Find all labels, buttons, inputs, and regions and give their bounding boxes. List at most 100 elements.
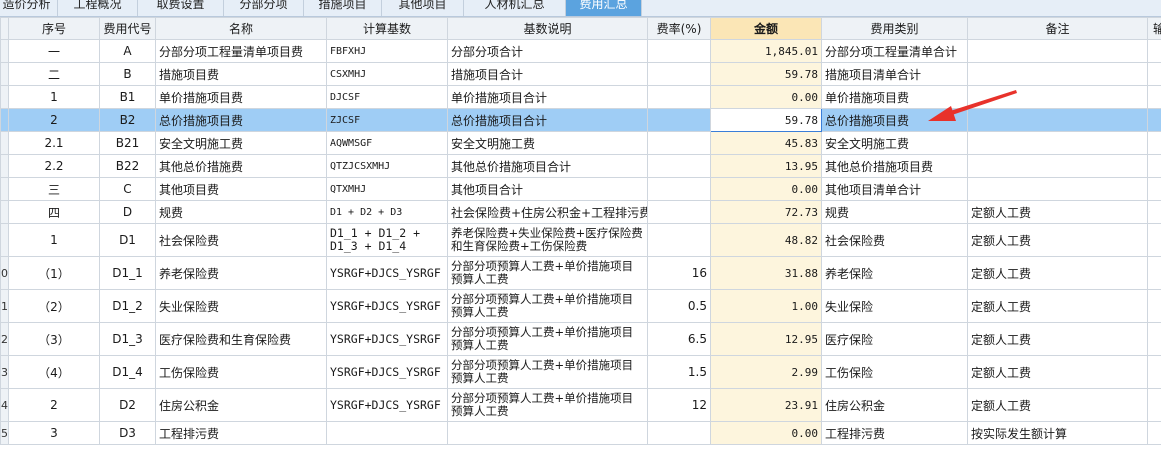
name-cell[interactable]: 养老保险费	[155, 256, 327, 290]
category-cell[interactable]: 其他项目清单合计	[821, 177, 968, 201]
seq-cell[interactable]: 2	[8, 388, 100, 422]
code-cell[interactable]: B2	[99, 108, 156, 132]
col-header-code[interactable]: 费用代号	[99, 17, 156, 40]
name-cell[interactable]: 工程排污费	[155, 421, 327, 445]
seq-cell[interactable]: 2.2	[8, 154, 100, 178]
rate-cell[interactable]: 16	[647, 256, 711, 290]
col-header-base-desc[interactable]: 基数说明	[447, 17, 648, 40]
name-cell[interactable]: 单价措施项目费	[155, 85, 327, 109]
table-row[interactable]: 1 B1 单价措施项目费 DJCSF 单价措施项目合计 0.00 单价措施项目费	[0, 85, 1161, 109]
seq-cell[interactable]: （4）	[8, 355, 100, 389]
base-cell[interactable]: YSRGF+DJCS_YSRGF	[326, 322, 448, 356]
table-row[interactable]: 0 （1） D1_1 养老保险费 YSRGF+DJCS_YSRGF 分部分项预算人工费+单…	[0, 256, 1161, 290]
output-cell[interactable]	[1147, 177, 1161, 201]
output-cell[interactable]	[1147, 85, 1161, 109]
remark-cell[interactable]	[967, 177, 1148, 201]
code-cell[interactable]: D1_1	[99, 256, 156, 290]
amount-cell[interactable]: 0.00	[710, 85, 822, 109]
rate-cell[interactable]: 6.5	[647, 322, 711, 356]
table-row[interactable]: 二 B 措施项目费 CSXMHJ 措施项目合计 59.78 措施项目清单合计	[0, 62, 1161, 86]
table-row[interactable]: 一 A 分部分项工程量清单项目费 FBFXHJ 分部分项合计 1,845.01 分部分项工程…	[0, 39, 1161, 63]
table-row[interactable]: 1 D1 社会保险费 D1_1 + D1_2 + D1_3 + D1_4 养老保险费+失…	[0, 223, 1161, 257]
category-cell[interactable]: 养老保险	[821, 256, 968, 290]
seq-cell[interactable]: （3）	[8, 322, 100, 356]
tab-fee-summary[interactable]: 费用汇总	[566, 0, 642, 16]
code-cell[interactable]: D2	[99, 388, 156, 422]
seq-cell[interactable]: 一	[8, 39, 100, 63]
base-desc-cell[interactable]: 分部分项合计	[447, 39, 648, 63]
output-cell[interactable]	[1147, 39, 1161, 63]
category-cell[interactable]: 住房公积金	[821, 388, 968, 422]
category-cell[interactable]: 社会保险费	[821, 223, 968, 257]
name-cell[interactable]: 其他总价措施费	[155, 154, 327, 178]
table-row[interactable]: 三 C 其他项目费 QTXMHJ 其他项目合计 0.00 其他项目清单合计	[0, 177, 1161, 201]
amount-cell[interactable]: 48.82	[710, 223, 822, 257]
remark-cell[interactable]: 定额人工费	[967, 256, 1148, 290]
col-header-output[interactable]: 输	[1147, 17, 1161, 40]
remark-cell[interactable]: 定额人工费	[967, 223, 1148, 257]
table-row[interactable]: 2 B2 总价措施项目费 ZJCSF 总价措施项目合计 59.78 总价措施项目费	[0, 108, 1161, 132]
amount-cell[interactable]: 59.78	[710, 108, 822, 132]
output-cell[interactable]	[1147, 256, 1161, 290]
base-desc-cell[interactable]: 社会保险费+住房公积金+工程排污费	[447, 200, 648, 224]
seq-cell[interactable]: 2	[8, 108, 100, 132]
code-cell[interactable]: B22	[99, 154, 156, 178]
col-header-name[interactable]: 名称	[155, 17, 327, 40]
output-cell[interactable]	[1147, 223, 1161, 257]
output-cell[interactable]	[1147, 421, 1161, 445]
remark-cell[interactable]	[967, 131, 1148, 155]
seq-cell[interactable]: 2.1	[8, 131, 100, 155]
base-desc-cell[interactable]: 分部分项预算人工费+单价措施项目预算人工费	[447, 355, 648, 389]
amount-cell[interactable]: 59.78	[710, 62, 822, 86]
rate-cell[interactable]	[647, 154, 711, 178]
amount-cell[interactable]: 13.95	[710, 154, 822, 178]
output-cell[interactable]	[1147, 200, 1161, 224]
code-cell[interactable]: C	[99, 177, 156, 201]
output-cell[interactable]	[1147, 131, 1161, 155]
col-header-category[interactable]: 费用类别	[821, 17, 968, 40]
col-header-amount[interactable]: 金额	[710, 17, 822, 40]
base-cell[interactable]: D1 + D2 + D3	[326, 200, 448, 224]
name-cell[interactable]: 措施项目费	[155, 62, 327, 86]
table-row[interactable]: 5 3 D3 工程排污费 0.00 工程排污费 按实际发生额计算	[0, 421, 1161, 445]
base-cell[interactable]: YSRGF+DJCS_YSRGF	[326, 388, 448, 422]
amount-cell[interactable]: 1,845.01	[710, 39, 822, 63]
name-cell[interactable]: 工伤保险费	[155, 355, 327, 389]
amount-cell[interactable]: 2.99	[710, 355, 822, 389]
category-cell[interactable]: 其他总价措施项目费	[821, 154, 968, 178]
output-cell[interactable]	[1147, 154, 1161, 178]
base-desc-cell[interactable]: 分部分项预算人工费+单价措施项目预算人工费	[447, 256, 648, 290]
amount-cell[interactable]: 12.95	[710, 322, 822, 356]
code-cell[interactable]: D1_3	[99, 322, 156, 356]
code-cell[interactable]: D1_2	[99, 289, 156, 323]
name-cell[interactable]: 总价措施项目费	[155, 108, 327, 132]
rate-cell[interactable]	[647, 200, 711, 224]
base-cell[interactable]: AQWMSGF	[326, 131, 448, 155]
remark-cell[interactable]	[967, 154, 1148, 178]
name-cell[interactable]: 规费	[155, 200, 327, 224]
amount-cell[interactable]: 23.91	[710, 388, 822, 422]
remark-cell[interactable]: 定额人工费	[967, 322, 1148, 356]
seq-cell[interactable]: 1	[8, 223, 100, 257]
tab-measures[interactable]: 措施项目	[304, 0, 382, 16]
remark-cell[interactable]: 定额人工费	[967, 289, 1148, 323]
table-row[interactable]: 2.2 B22 其他总价措施费 QTZJCSXMHJ 其他总价措施项目合计 13.95 其他…	[0, 154, 1161, 178]
category-cell[interactable]: 安全文明施工费	[821, 131, 968, 155]
seq-cell[interactable]: 二	[8, 62, 100, 86]
output-cell[interactable]	[1147, 322, 1161, 356]
name-cell[interactable]: 医疗保险费和生育保险费	[155, 322, 327, 356]
rate-cell[interactable]	[647, 39, 711, 63]
table-row[interactable]: 2 （3） D1_3 医疗保险费和生育保险费 YSRGF+DJCS_YSRGF 分部分项预…	[0, 322, 1161, 356]
base-desc-cell[interactable]: 养老保险费+失业保险费+医疗保险费和生育保险费+工伤保险费	[447, 223, 648, 257]
base-cell[interactable]: DJCSF	[326, 85, 448, 109]
remark-cell[interactable]: 定额人工费	[967, 388, 1148, 422]
amount-cell[interactable]: 72.73	[710, 200, 822, 224]
col-header-remark[interactable]: 备注	[967, 17, 1148, 40]
tab-fee-settings[interactable]: 取费设置	[138, 0, 224, 16]
rate-cell[interactable]: 1.5	[647, 355, 711, 389]
base-cell[interactable]: YSRGF+DJCS_YSRGF	[326, 355, 448, 389]
category-cell[interactable]: 单价措施项目费	[821, 85, 968, 109]
col-header-base[interactable]: 计算基数	[326, 17, 448, 40]
category-cell[interactable]: 分部分项工程量清单合计	[821, 39, 968, 63]
rate-cell[interactable]	[647, 223, 711, 257]
